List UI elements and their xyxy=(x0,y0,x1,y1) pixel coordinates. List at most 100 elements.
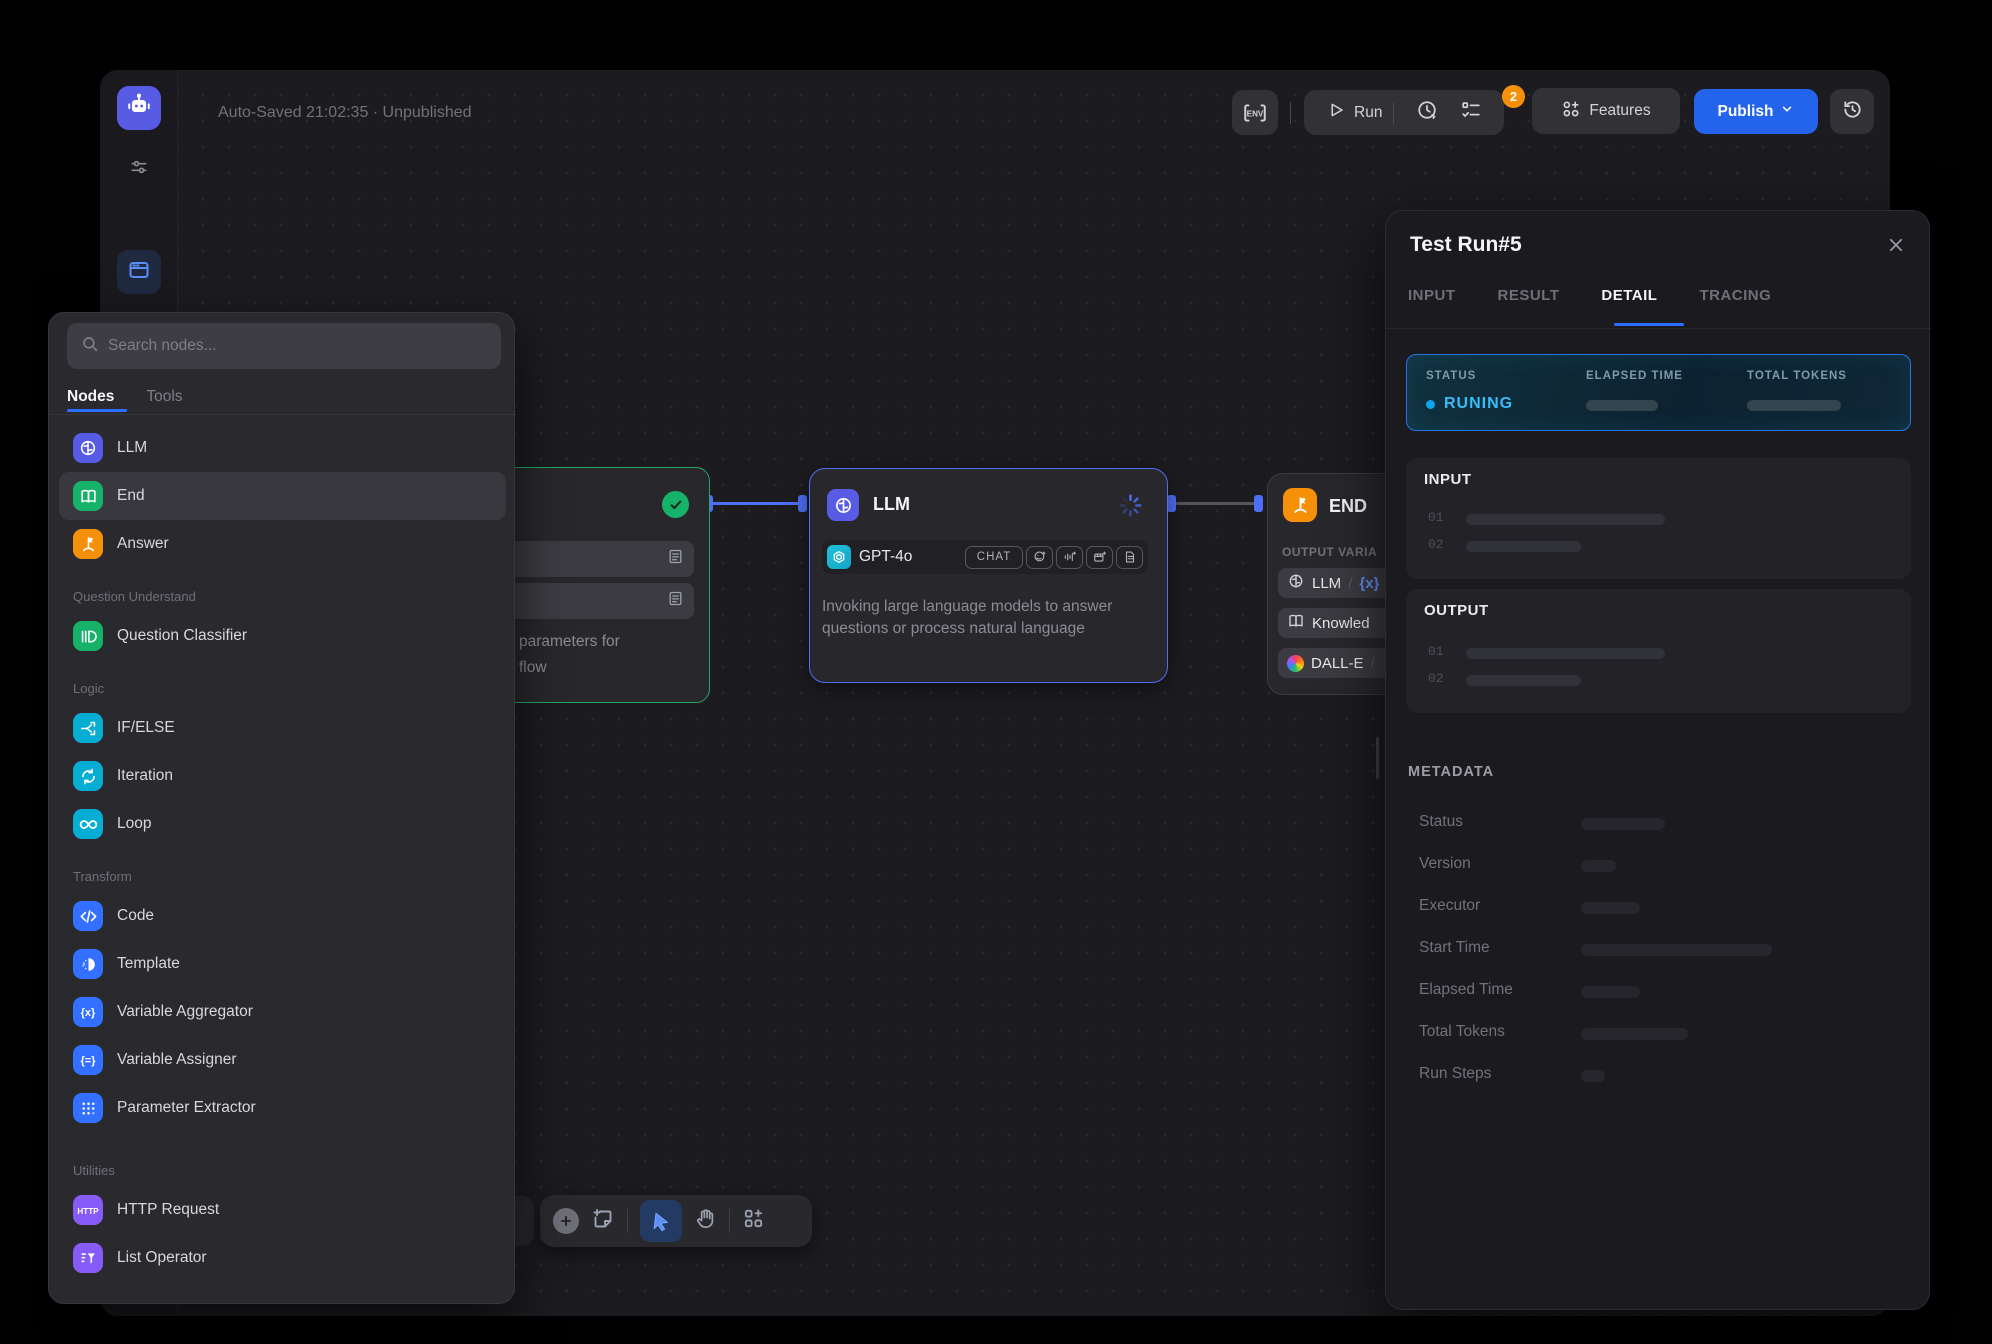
close-icon[interactable] xyxy=(1884,233,1908,257)
features-icon xyxy=(1561,99,1581,124)
llm-node[interactable] xyxy=(809,468,1168,683)
metadata-row: Elapsed Time xyxy=(1419,981,1899,1003)
parameter-extractor-icon xyxy=(73,1093,103,1123)
palette-item-answer[interactable]: Answer xyxy=(49,520,516,568)
tab-tools[interactable]: Tools xyxy=(146,388,182,406)
palette-item-iteration[interactable]: Iteration xyxy=(49,752,516,800)
input-section-card: INPUT 01 02 xyxy=(1406,458,1911,579)
openai-icon xyxy=(827,545,851,569)
metadata-row: Start Time xyxy=(1419,939,1899,961)
input-section-title: INPUT xyxy=(1424,471,1472,488)
publish-button-label: Publish xyxy=(1718,103,1774,121)
llm-model-name: GPT-4o xyxy=(859,548,912,566)
start-node-description-line: parameters for xyxy=(519,630,704,654)
cursor-icon xyxy=(650,1210,672,1232)
edge-llm-to-end xyxy=(1176,502,1258,505)
palette-item-variable-assigner[interactable]: {=} Variable Assigner xyxy=(49,1036,516,1084)
row-index: 01 xyxy=(1428,644,1444,659)
variable-aggregator-icon: {x} xyxy=(73,997,103,1027)
end-node-icon xyxy=(1283,488,1317,522)
http-request-icon: HTTP xyxy=(73,1195,103,1225)
run-history-clock-icon[interactable] xyxy=(1416,99,1438,126)
run-button[interactable]: Run xyxy=(1304,101,1393,124)
toolbar-divider xyxy=(729,1209,730,1233)
tabs-divider xyxy=(1386,328,1931,329)
pointer-tool-button[interactable] xyxy=(640,1200,682,1242)
env-button[interactable]: ENV xyxy=(1232,90,1278,135)
edge-start-to-llm xyxy=(712,502,802,505)
llm-node-output-handle[interactable] xyxy=(1167,495,1176,512)
features-button[interactable]: Features xyxy=(1532,88,1680,134)
tab-result[interactable]: RESULT xyxy=(1498,287,1560,304)
output-variable-node-name: DALL-E xyxy=(1311,655,1364,672)
publish-button[interactable]: Publish xyxy=(1694,89,1818,134)
metadata-row: Version xyxy=(1419,855,1899,877)
document-list-icon xyxy=(667,548,684,570)
palette-item-label: Template xyxy=(117,955,180,973)
palette-item-question-classifier[interactable]: Question Classifier xyxy=(49,612,516,660)
palette-item-label: Code xyxy=(117,907,154,925)
palette-item-label: Parameter Extractor xyxy=(117,1099,256,1117)
tab-detail[interactable]: DETAIL xyxy=(1601,287,1657,304)
svg-text:{=}: {=} xyxy=(81,1055,97,1067)
palette-item-parameter-extractor[interactable]: Parameter Extractor xyxy=(49,1084,516,1132)
canvas-scrollbar[interactable] xyxy=(1376,737,1379,779)
palette-item-code[interactable]: Code xyxy=(49,892,516,940)
metadata-label: Executor xyxy=(1419,897,1480,915)
end-node-input-handle[interactable] xyxy=(1254,495,1263,512)
metadata-row: Total Tokens xyxy=(1419,1023,1899,1045)
active-tab-underline xyxy=(67,409,127,412)
tab-nodes[interactable]: Nodes xyxy=(67,388,114,406)
document-capability-icon xyxy=(1116,546,1143,569)
success-check-icon xyxy=(662,491,689,518)
if-else-icon xyxy=(73,713,103,743)
svg-text:HTTP: HTTP xyxy=(77,1207,99,1216)
variable-token: {x} xyxy=(1359,575,1379,592)
skeleton-bar xyxy=(1466,648,1665,659)
metadata-row: Run Steps xyxy=(1419,1065,1899,1087)
node-list: LLM End Answer Question Understand Quest xyxy=(49,424,516,1282)
end-node-title: END xyxy=(1329,496,1367,517)
preview-window-button[interactable] xyxy=(117,250,161,294)
llm-node-description: Invoking large language models to answer… xyxy=(822,596,1146,640)
total-tokens-label: TOTAL TOKENS xyxy=(1747,370,1847,382)
palette-item-label: Question Classifier xyxy=(117,627,247,645)
llm-icon xyxy=(73,433,103,463)
palette-item-list-operator[interactable]: List Operator xyxy=(49,1234,516,1282)
separator: / xyxy=(1371,655,1375,672)
checklist-icon[interactable] xyxy=(1460,99,1482,126)
palette-item-end[interactable]: End xyxy=(59,472,506,520)
chat-mode-badge: CHAT xyxy=(965,546,1023,569)
llm-node-title: LLM xyxy=(873,494,910,515)
section-transform: Transform xyxy=(49,848,516,892)
tab-input[interactable]: INPUT xyxy=(1408,287,1456,304)
node-search-box[interactable] xyxy=(67,323,501,369)
tab-tracing[interactable]: TRACING xyxy=(1699,287,1771,304)
palette-item-http-request[interactable]: HTTP HTTP Request xyxy=(49,1186,516,1234)
variable-assigner-icon: {=} xyxy=(73,1045,103,1075)
add-note-button[interactable] xyxy=(591,1207,615,1236)
preferences-sliders-icon[interactable] xyxy=(128,156,150,178)
llm-model-selector[interactable]: GPT-4o CHAT xyxy=(822,540,1148,574)
palette-item-loop[interactable]: Loop xyxy=(49,800,516,848)
section-question-understand: Question Understand xyxy=(49,568,516,612)
row-index: 01 xyxy=(1428,510,1444,525)
add-node-button[interactable] xyxy=(553,1208,579,1234)
palette-item-template[interactable]: Template xyxy=(49,940,516,988)
metadata-title: METADATA xyxy=(1408,764,1494,780)
skeleton-bar xyxy=(1581,944,1772,956)
palette-item-llm[interactable]: LLM xyxy=(49,424,516,472)
run-button-group: Run xyxy=(1304,90,1504,135)
app-logo[interactable] xyxy=(117,86,161,130)
hand-tool-button[interactable] xyxy=(694,1207,717,1235)
search-input[interactable] xyxy=(108,337,487,355)
palette-item-variable-aggregator[interactable]: {x} Variable Aggregator xyxy=(49,988,516,1036)
version-history-button[interactable] xyxy=(1830,89,1874,134)
llm-node-input-handle[interactable] xyxy=(798,495,807,512)
robot-icon xyxy=(126,93,152,124)
organize-nodes-button[interactable] xyxy=(742,1207,765,1235)
palette-item-if-else[interactable]: IF/ELSE xyxy=(49,704,516,752)
status-label: STATUS xyxy=(1426,370,1476,382)
skeleton-bar xyxy=(1581,1070,1605,1082)
palette-item-label: IF/ELSE xyxy=(117,719,175,737)
